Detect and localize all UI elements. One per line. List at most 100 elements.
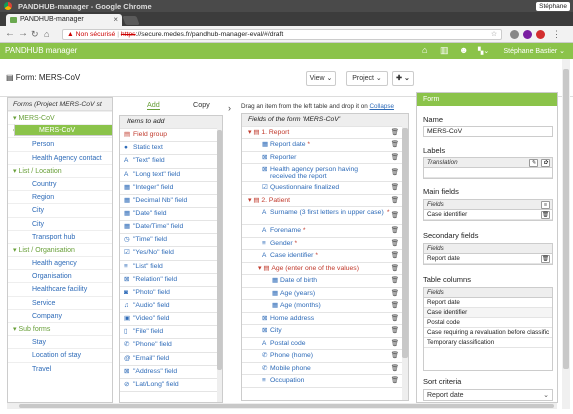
tree-item[interactable]: Location of stay bbox=[8, 348, 112, 361]
trash-icon[interactable]: 🗑 bbox=[391, 225, 399, 237]
tree-item[interactable]: Healthcare facility bbox=[8, 282, 112, 295]
tree-category[interactable]: ▾ List / Organisation bbox=[8, 242, 112, 256]
trash-icon[interactable]: 🗑 bbox=[391, 338, 399, 350]
bookmark-star-icon[interactable]: ☆ bbox=[491, 30, 497, 40]
tree-category[interactable]: ▾ MERS-CoV bbox=[8, 111, 112, 124]
palette-item[interactable]: ▦ "Decimal Nb" field bbox=[120, 195, 222, 208]
form-field-row[interactable]: A Postal code 🗑 bbox=[242, 338, 408, 350]
trash-icon[interactable]: 🗑 bbox=[391, 195, 399, 207]
palette-item[interactable]: ⊠ "Address" field bbox=[120, 366, 222, 379]
palette-item[interactable]: ▦ "Date" field bbox=[120, 208, 222, 222]
form-field-row[interactable]: A Case identifier * 🗑 bbox=[242, 250, 408, 263]
translation-row[interactable] bbox=[424, 168, 552, 178]
palette-item[interactable]: ▦ "Date/Time" field bbox=[120, 221, 222, 235]
trash-icon[interactable]: 🗑 bbox=[391, 212, 399, 220]
form-field-row[interactable]: ✆ Mobile phone 🗑 bbox=[242, 363, 408, 375]
browser-tab[interactable]: PANDHUB-manager × bbox=[6, 14, 122, 26]
tree-item[interactable]: Person bbox=[8, 137, 112, 150]
tree-item[interactable]: Transport hub bbox=[8, 229, 112, 243]
tab-add[interactable]: Add bbox=[147, 100, 160, 110]
form-field-row[interactable]: ▦ Report date * 🗑 bbox=[242, 139, 408, 152]
profile-button[interactable]: Stéphane bbox=[536, 1, 570, 11]
palette-item[interactable]: ⊘ "Lat/Long" field bbox=[120, 379, 222, 392]
extension-icon[interactable] bbox=[523, 30, 532, 39]
extension-icon[interactable] bbox=[536, 30, 545, 39]
app-brand[interactable]: PANDHUB manager bbox=[5, 46, 77, 55]
add-dropdown-button[interactable]: ✚ ⌄ bbox=[392, 71, 414, 86]
field-group-row[interactable]: ▾ ▤ 1. Report 🗑 bbox=[242, 127, 408, 139]
field-group-row[interactable]: ▾ ▤ 2. Patient 🗑 bbox=[242, 195, 408, 207]
table-column-row[interactable]: Temporary classification bbox=[424, 338, 552, 348]
trash-icon[interactable]: 🗑 bbox=[391, 363, 399, 375]
view-dropdown-button[interactable]: View ⌄ bbox=[306, 71, 336, 86]
palette-item[interactable]: ◷ "Time" field bbox=[120, 234, 222, 248]
home-icon[interactable]: ⌂ bbox=[422, 45, 427, 55]
language-flag-icon[interactable]: ▚⌄ bbox=[478, 47, 489, 55]
form-field-row[interactable]: A Forename * 🗑 bbox=[242, 225, 408, 238]
trash-icon[interactable]: 🗑 bbox=[391, 350, 399, 362]
tree-item[interactable]: Organisation bbox=[8, 269, 112, 282]
vertical-scrollbar[interactable] bbox=[562, 59, 570, 409]
table-column-row[interactable]: Case identifier bbox=[424, 308, 552, 318]
trash-icon[interactable]: 🗑 bbox=[391, 300, 399, 312]
form-field-row[interactable]: A Surname (3 first letters in upper case)… bbox=[242, 207, 408, 225]
tree-item[interactable]: Health agency bbox=[8, 256, 112, 269]
form-field-row[interactable]: ⊠ Reporter 🗑 bbox=[242, 152, 408, 164]
palette-item[interactable]: A "Long text" field bbox=[120, 169, 222, 182]
trash-icon[interactable]: 🗑 bbox=[391, 313, 399, 325]
table-column-row[interactable]: Case requiring a revaluation before clas… bbox=[424, 328, 552, 338]
trash-icon[interactable]: 🗑 bbox=[391, 263, 399, 275]
trash-icon[interactable]: 🗑 bbox=[391, 127, 399, 139]
horizontal-scrollbar[interactable] bbox=[7, 403, 557, 409]
palette-item[interactable]: ▯ "File" field bbox=[120, 326, 222, 340]
extension-icon[interactable] bbox=[510, 30, 519, 39]
form-field-row[interactable]: ▦ Age (months) 🗑 bbox=[242, 300, 408, 313]
close-tab-icon[interactable]: × bbox=[113, 15, 118, 24]
reload-icon[interactable]: ↻ bbox=[31, 28, 39, 40]
table-column-row[interactable]: Report date bbox=[424, 298, 552, 308]
palette-item[interactable]: ☑ "Yes/No" field bbox=[120, 247, 222, 261]
tree-item[interactable]: Country bbox=[8, 176, 112, 190]
back-icon[interactable]: ← bbox=[5, 28, 15, 40]
form-field-row[interactable]: ⊠ Home address 🗑 bbox=[242, 313, 408, 325]
palette-item[interactable]: ▣ "Video" field bbox=[120, 313, 222, 327]
secondary-field-row[interactable]: Report date 🗑 bbox=[424, 254, 552, 264]
list-icon[interactable]: ≡ bbox=[541, 201, 550, 209]
users-icon[interactable]: ☻ bbox=[459, 45, 468, 55]
collapse-link[interactable]: Collapse bbox=[369, 103, 394, 110]
palette-item[interactable]: ▤ Field group bbox=[120, 129, 222, 143]
trash-icon[interactable]: 🗑 bbox=[391, 182, 399, 194]
trash-icon[interactable]: 🗑 bbox=[391, 139, 399, 151]
trash-icon[interactable]: 🗑 bbox=[391, 169, 399, 177]
form-field-row[interactable]: ☑ Questionnaire finalized 🗑 bbox=[242, 182, 408, 195]
form-field-row[interactable]: ⊠ Health agency person having received th… bbox=[242, 164, 408, 182]
tab-copy[interactable]: Copy bbox=[193, 100, 210, 109]
user-menu[interactable]: Stéphane Bastier ⌄ bbox=[503, 47, 565, 55]
tree-item[interactable]: Region bbox=[8, 190, 112, 203]
table-column-row[interactable]: Postal code bbox=[424, 318, 552, 328]
trash-icon[interactable]: 🗑 bbox=[541, 211, 550, 219]
tree-item[interactable]: Service bbox=[8, 295, 112, 309]
trash-icon[interactable]: 🗑 bbox=[391, 250, 399, 262]
trash-icon[interactable]: 🗑 bbox=[391, 238, 399, 250]
form-field-row[interactable]: ≡ Occupation 🗑 bbox=[242, 375, 408, 388]
url-input[interactable]: ▲ Non sécurisé | https://secure.medes.fr… bbox=[62, 29, 502, 40]
palette-item[interactable]: ● Static text bbox=[120, 142, 222, 156]
palette-item[interactable]: ≡ "List" field bbox=[120, 261, 222, 274]
edit-icon[interactable]: ✎ bbox=[529, 159, 538, 167]
sort-criteria-select[interactable]: Report date ⌄ bbox=[423, 389, 553, 401]
institution-icon[interactable]: ▥ bbox=[440, 45, 449, 56]
form-field-row[interactable]: ≡ Gender * 🗑 bbox=[242, 238, 408, 250]
tree-category[interactable]: ▾ List / Location bbox=[8, 163, 112, 177]
palette-item[interactable]: ◙ "Photo" field bbox=[120, 287, 222, 300]
tree-item[interactable]: Stay bbox=[8, 335, 112, 348]
form-field-row[interactable]: ▦ Date of birth 🗑 bbox=[242, 275, 408, 288]
project-dropdown-button[interactable]: Project ⌄ bbox=[346, 71, 388, 86]
palette-item[interactable]: ✆ "Phone" field bbox=[120, 339, 222, 353]
palette-item[interactable]: ▦ "Integer" field bbox=[120, 182, 222, 195]
home-icon[interactable]: ⌂ bbox=[44, 28, 49, 40]
trash-icon[interactable]: 🗑 bbox=[391, 275, 399, 287]
tree-category[interactable]: ▾ Sub forms bbox=[8, 322, 112, 335]
trash-icon[interactable]: 🗑 bbox=[541, 255, 550, 263]
new-tab-button[interactable] bbox=[122, 16, 140, 25]
